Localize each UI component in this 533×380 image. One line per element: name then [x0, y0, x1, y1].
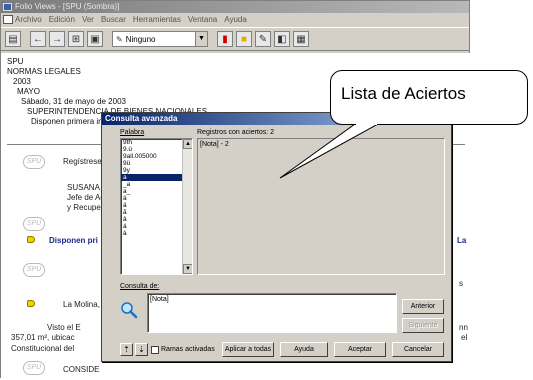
callout-label: Lista de Aciertos	[341, 84, 466, 103]
callout-pointer-cover	[356, 123, 377, 125]
